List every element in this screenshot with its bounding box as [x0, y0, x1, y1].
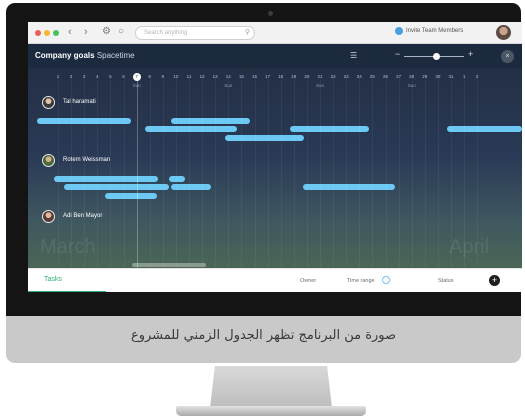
back-arrow-icon[interactable]: ‹ — [68, 26, 72, 38]
tab-active-indicator — [28, 291, 106, 292]
grid-line — [346, 78, 348, 268]
grid-line — [398, 78, 400, 268]
user-avatar[interactable] — [496, 25, 511, 40]
grid-line — [162, 78, 164, 268]
grid-line — [280, 78, 282, 268]
grid-line — [110, 78, 112, 268]
filter-icon[interactable]: ☰ — [350, 51, 357, 60]
zoom-slider-handle[interactable] — [433, 53, 440, 60]
grid-line — [215, 78, 217, 268]
grid-line — [189, 78, 190, 268]
grid-line — [267, 78, 269, 268]
app-screen: ‹ › ⚙ ○ Search anything ⚲ Invite Team Me… — [28, 22, 522, 292]
task-bar[interactable] — [303, 184, 395, 190]
close-button[interactable]: × — [501, 50, 514, 63]
grid-line — [477, 78, 479, 268]
grid-line — [464, 78, 466, 268]
horizontal-scrollbar[interactable] — [132, 263, 206, 267]
task-bar[interactable] — [171, 118, 250, 124]
grid-line — [385, 78, 387, 268]
task-bar[interactable] — [54, 176, 158, 182]
task-bar[interactable] — [145, 126, 237, 132]
close-window-icon[interactable] — [35, 30, 41, 36]
monitor-stand — [210, 366, 332, 408]
search-input[interactable]: Search anything ⚲ — [135, 26, 255, 40]
grid-line — [149, 78, 151, 268]
maximize-window-icon[interactable] — [53, 30, 59, 36]
camera-icon — [268, 11, 273, 16]
tasks-panel: Tasks Owner Time range Status + — [28, 268, 522, 292]
grid-line — [411, 78, 413, 268]
task-bar[interactable] — [290, 126, 369, 132]
grid-line — [333, 78, 335, 268]
forward-arrow-icon[interactable]: › — [84, 26, 88, 38]
task-bar[interactable] — [447, 126, 522, 132]
header-bar: Company goals Spacetime ☰ − + × — [28, 45, 522, 67]
grid-line — [254, 78, 256, 268]
person-name: Tal haramati — [63, 99, 96, 105]
page-title: Company goals Spacetime — [35, 51, 135, 60]
grid-line — [71, 78, 73, 268]
grid-line — [320, 78, 321, 268]
day-header: 1 2 3 4 5 6 7 Sun 8 9 10 11 12 13 14 Sun 15 16 17 18 19 20 21 S… — [28, 68, 522, 90]
tab-tasks[interactable]: Tasks — [44, 276, 62, 283]
column-owner[interactable]: Owner — [300, 278, 316, 284]
grid-line — [202, 78, 204, 268]
notifications-icon[interactable]: ○ — [118, 26, 124, 37]
grid-line — [424, 78, 426, 268]
time-range-icon[interactable] — [382, 276, 390, 284]
page-title-main: Company goals — [35, 51, 95, 60]
grid-line — [359, 78, 361, 268]
person-name: Rotem Weissman — [63, 157, 111, 163]
zoom-in-button[interactable]: + — [468, 49, 473, 59]
grid-line — [306, 78, 308, 268]
zoom-out-button[interactable]: − — [395, 49, 400, 59]
search-placeholder: Search anything — [144, 30, 188, 36]
grid-line — [123, 78, 125, 268]
search-icon: ⚲ — [244, 29, 250, 36]
grid-line — [241, 78, 243, 268]
grid-line — [293, 78, 295, 268]
avatar — [42, 96, 55, 109]
task-bar[interactable] — [171, 184, 211, 190]
monitor-foot — [176, 406, 366, 416]
grid-line — [58, 78, 59, 268]
grid-line — [84, 78, 86, 268]
column-status[interactable]: Status — [438, 278, 454, 284]
avatar — [42, 154, 55, 167]
add-task-button[interactable]: + — [489, 275, 500, 286]
grid-line — [451, 78, 452, 268]
caption: صورة من البرنامج تظهر الجدول الزمني للمش… — [130, 328, 397, 343]
grid-line — [372, 78, 374, 268]
grid-line — [437, 78, 439, 268]
page-title-sub: Spacetime — [96, 51, 135, 60]
grid-line — [97, 78, 99, 268]
task-bar[interactable] — [225, 135, 304, 141]
task-bar[interactable] — [64, 184, 169, 190]
minimize-window-icon[interactable] — [44, 30, 50, 36]
task-bar[interactable] — [169, 176, 185, 182]
month-label: April — [449, 236, 490, 258]
grid-line — [228, 78, 230, 268]
month-label: March — [40, 236, 96, 258]
avatar — [42, 210, 55, 223]
invite-icon[interactable] — [395, 27, 403, 35]
grid-line — [136, 78, 138, 268]
settings-icon[interactable]: ⚙ — [102, 26, 111, 37]
invite-team-members-link[interactable]: Invite Team Members — [406, 28, 463, 34]
browser-toolbar: ‹ › ⚙ ○ Search anything ⚲ Invite Team Me… — [28, 22, 522, 44]
column-time-range[interactable]: Time range — [347, 278, 375, 284]
grid-line — [175, 78, 177, 268]
timeline: 1 2 3 4 5 6 7 Sun 8 9 10 11 12 13 14 Sun 15 16 17 18 19 20 21 S… — [28, 68, 522, 268]
